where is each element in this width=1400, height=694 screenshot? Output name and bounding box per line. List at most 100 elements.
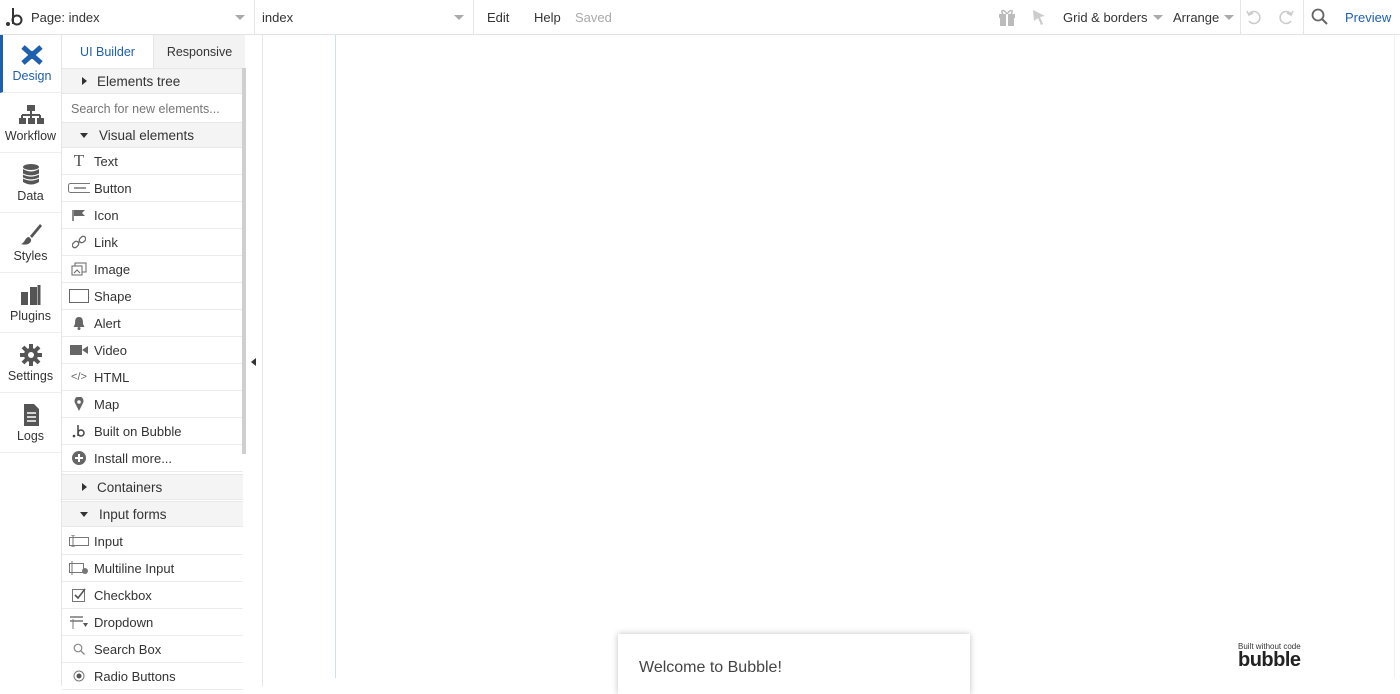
help-menu[interactable]: Help bbox=[534, 0, 561, 34]
element-label: Checkbox bbox=[94, 587, 152, 603]
chevron-right-icon bbox=[82, 77, 87, 85]
input-icon bbox=[68, 533, 90, 549]
nav-styles[interactable]: Styles bbox=[0, 215, 61, 273]
element-image[interactable]: Image bbox=[62, 256, 243, 283]
nav-label: Data bbox=[17, 189, 44, 203]
nav-label: Workflow bbox=[4, 129, 57, 143]
checkbox-icon bbox=[68, 587, 90, 603]
edit-menu[interactable]: Edit bbox=[487, 0, 509, 34]
gift-icon[interactable] bbox=[997, 0, 1021, 34]
cursor-icon[interactable] bbox=[1031, 0, 1051, 34]
document-icon bbox=[23, 404, 39, 426]
left-navigation: Design Workflow Data Styles Plugins Sett… bbox=[0, 35, 62, 686]
chevron-down-icon bbox=[1224, 14, 1235, 20]
tab-ui-builder[interactable]: UI Builder bbox=[62, 35, 154, 68]
containers-toggle[interactable]: Containers bbox=[62, 474, 243, 500]
bubble-logo-icon[interactable] bbox=[4, 0, 26, 34]
element-install-more[interactable]: Install more... bbox=[62, 445, 243, 472]
gear-icon bbox=[19, 344, 42, 366]
element-checkbox[interactable]: Checkbox bbox=[62, 582, 243, 609]
nav-settings[interactable]: Settings bbox=[0, 335, 61, 393]
chevron-right-icon bbox=[82, 483, 87, 491]
element-multiline-input[interactable]: Multiline Input bbox=[62, 555, 243, 582]
top-toolbar: Page: index index Edit Help Saved Grid &… bbox=[0, 0, 1400, 35]
input-forms-toggle[interactable]: Input forms bbox=[62, 501, 243, 527]
element-input[interactable]: Input bbox=[62, 528, 243, 555]
saved-status: Saved bbox=[575, 9, 612, 25]
page-boundary-right bbox=[1394, 35, 1395, 678]
redo-icon[interactable] bbox=[1277, 0, 1299, 34]
arrange-menu[interactable]: Arrange bbox=[1173, 0, 1235, 34]
welcome-popup[interactable]: Welcome to Bubble! bbox=[618, 634, 970, 694]
element-label: Input bbox=[94, 533, 123, 549]
element-label: Image bbox=[94, 261, 131, 277]
image-icon bbox=[68, 261, 90, 277]
visual-elements-toggle[interactable]: Visual elements bbox=[62, 122, 243, 148]
nav-label: Design bbox=[12, 69, 52, 83]
shape-icon bbox=[68, 288, 90, 304]
element-video[interactable]: Video bbox=[62, 337, 243, 364]
tab-responsive[interactable]: Responsive bbox=[154, 35, 245, 68]
grid-borders-menu[interactable]: Grid & borders bbox=[1063, 0, 1163, 34]
element-button[interactable]: Button bbox=[62, 175, 243, 202]
element-label: HTML bbox=[94, 369, 130, 385]
nav-data[interactable]: Data bbox=[0, 155, 61, 213]
undo-icon[interactable] bbox=[1245, 0, 1267, 34]
button-icon bbox=[68, 180, 90, 196]
bubble-logo-icon bbox=[68, 423, 90, 439]
chevron-down-icon bbox=[235, 15, 245, 20]
element-map[interactable]: Map bbox=[62, 391, 243, 418]
bell-icon bbox=[68, 315, 90, 331]
preview-button[interactable]: Preview bbox=[1345, 0, 1391, 34]
radio-icon bbox=[68, 668, 90, 684]
design-icon bbox=[21, 45, 43, 65]
element-link[interactable]: Link bbox=[62, 229, 243, 256]
arrange-label: Arrange bbox=[1173, 9, 1220, 25]
chevron-down-icon bbox=[80, 511, 88, 517]
element-select-value: index bbox=[262, 9, 294, 25]
element-text[interactable]: T Text bbox=[62, 148, 243, 175]
element-label: Button bbox=[94, 180, 132, 196]
element-label: Link bbox=[94, 234, 118, 250]
element-selector[interactable]: index bbox=[262, 0, 472, 34]
text-icon: T bbox=[73, 151, 85, 170]
built-without-code-badge[interactable]: Built without code bubble bbox=[1238, 642, 1318, 672]
search-icon bbox=[68, 641, 90, 657]
database-icon bbox=[22, 164, 39, 185]
badge-logo-text: bubble bbox=[1238, 649, 1301, 671]
code-icon: </> bbox=[71, 371, 87, 383]
collapse-panel-handle[interactable] bbox=[246, 35, 263, 686]
nav-logs[interactable]: Logs bbox=[0, 395, 61, 453]
element-label: Dropdown bbox=[94, 614, 154, 630]
nav-label: Settings bbox=[7, 369, 54, 383]
panel-tabs: UI Builder Responsive bbox=[62, 35, 245, 68]
section-label: Containers bbox=[97, 479, 163, 495]
chevron-down-icon bbox=[454, 15, 464, 20]
nav-design[interactable]: Design bbox=[0, 35, 61, 93]
element-search-input[interactable] bbox=[62, 96, 243, 122]
element-built-on-bubble[interactable]: Built on Bubble bbox=[62, 418, 243, 445]
video-icon bbox=[68, 342, 90, 358]
nav-label: Logs bbox=[16, 429, 45, 443]
element-label: Search Box bbox=[94, 641, 162, 657]
element-dropdown[interactable]: Dropdown bbox=[62, 609, 243, 636]
element-search-box[interactable]: Search Box bbox=[62, 636, 243, 663]
map-pin-icon bbox=[68, 396, 90, 412]
element-shape[interactable]: Shape bbox=[62, 283, 243, 310]
nav-workflow[interactable]: Workflow bbox=[0, 95, 61, 153]
page-selector[interactable]: Page: index bbox=[31, 0, 251, 34]
element-html[interactable]: </> HTML bbox=[62, 364, 243, 391]
chevron-down-icon bbox=[1152, 14, 1163, 20]
element-alert[interactable]: Alert bbox=[62, 310, 243, 337]
element-label: Built on Bubble bbox=[94, 423, 182, 439]
grid-borders-label: Grid & borders bbox=[1063, 9, 1148, 25]
element-icon[interactable]: Icon bbox=[62, 202, 243, 229]
elements-tree-toggle[interactable]: Elements tree bbox=[62, 68, 243, 94]
element-label: Text bbox=[94, 153, 118, 169]
element-label: Icon bbox=[94, 207, 119, 223]
element-label: Radio Buttons bbox=[94, 668, 176, 684]
search-icon[interactable] bbox=[1311, 0, 1331, 34]
nav-plugins[interactable]: Plugins bbox=[0, 275, 61, 333]
nav-label: Styles bbox=[13, 249, 48, 263]
page-boundary-left bbox=[335, 35, 336, 678]
